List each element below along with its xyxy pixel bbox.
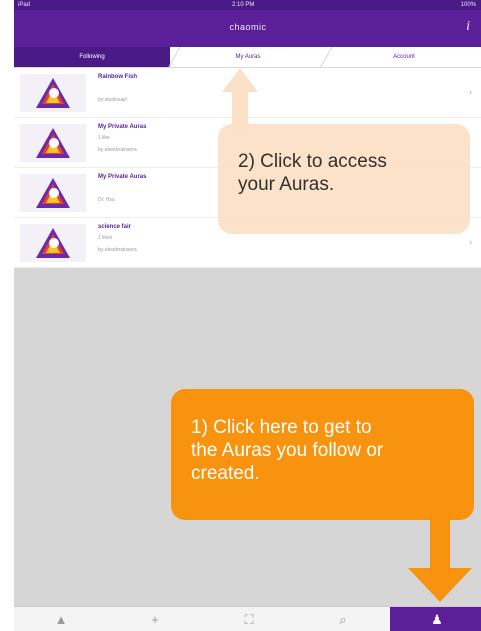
aura-author: by studiosap!	[98, 97, 128, 103]
callout-line: the Auras you follow or	[191, 440, 384, 461]
aura-author: Dr. Hsu	[98, 197, 115, 203]
aura-author: by ebeebrainsera	[98, 247, 137, 253]
aura-title: My Private Auras	[98, 124, 147, 130]
callout-step-1: 1) Click here to get to the Auras you fo…	[171, 389, 474, 520]
plus-icon[interactable]: +	[108, 607, 202, 631]
tab-account[interactable]: Account	[326, 47, 481, 67]
aura-logo-icon	[36, 78, 70, 108]
aura-thumbnail	[20, 74, 86, 112]
nav-bar: chaomic i	[14, 10, 481, 47]
tab-my-auras[interactable]: My Auras	[170, 47, 326, 67]
carrier-label: iPad	[18, 2, 31, 8]
callout-step-2-text: 2) Click to access your Auras.	[238, 150, 387, 196]
chevron-right-icon: ›	[469, 237, 472, 247]
triangle-icon[interactable]: ▲	[14, 607, 108, 631]
callout-step-1-text: 1) Click here to get to the Auras you fo…	[191, 416, 383, 485]
aura-title: science fair	[98, 224, 132, 230]
callout-line: 1) Click here to get to	[191, 417, 372, 438]
chevron-right-icon: ›	[469, 87, 472, 97]
aura-author: by ebeebrainsera	[98, 147, 137, 153]
aura-meta: 2 likes	[98, 235, 113, 241]
callout-line: 2) Click to access	[238, 151, 387, 172]
clock-label: 2:10 PM	[232, 2, 255, 8]
battery-label: 100%	[460, 2, 476, 8]
callout-line: your Auras.	[238, 174, 335, 195]
info-icon[interactable]: i	[466, 19, 470, 35]
tab-following[interactable]: Following	[14, 47, 170, 67]
aura-thumbnail	[20, 224, 86, 262]
callout-step-2: 2) Click to access your Auras.	[218, 124, 470, 234]
bottom-tab-bar: ▲ + ⛶ ⌕ ♟	[14, 606, 481, 631]
aura-logo-icon	[36, 128, 70, 158]
person-icon[interactable]: ♟	[390, 607, 481, 631]
aura-meta: 1 like	[98, 135, 110, 141]
app-title: chaomic	[229, 22, 267, 32]
status-bar: iPad 2:10 PM 100%	[14, 0, 481, 10]
up-arrow-annotation	[222, 68, 258, 130]
scan-icon[interactable]: ⛶	[202, 607, 296, 631]
aura-thumbnail	[20, 174, 86, 212]
aura-logo-icon	[36, 178, 70, 208]
search-icon[interactable]: ⌕	[296, 607, 390, 631]
down-arrow-annotation	[408, 516, 472, 602]
aura-thumbnail	[20, 124, 86, 162]
segment-tabs: Following My Auras Account	[14, 47, 481, 68]
aura-title: Rainbow Fish	[98, 74, 137, 80]
aura-title: My Private Auras	[98, 174, 147, 180]
callout-line: created.	[191, 463, 260, 484]
aura-logo-icon	[36, 228, 70, 258]
